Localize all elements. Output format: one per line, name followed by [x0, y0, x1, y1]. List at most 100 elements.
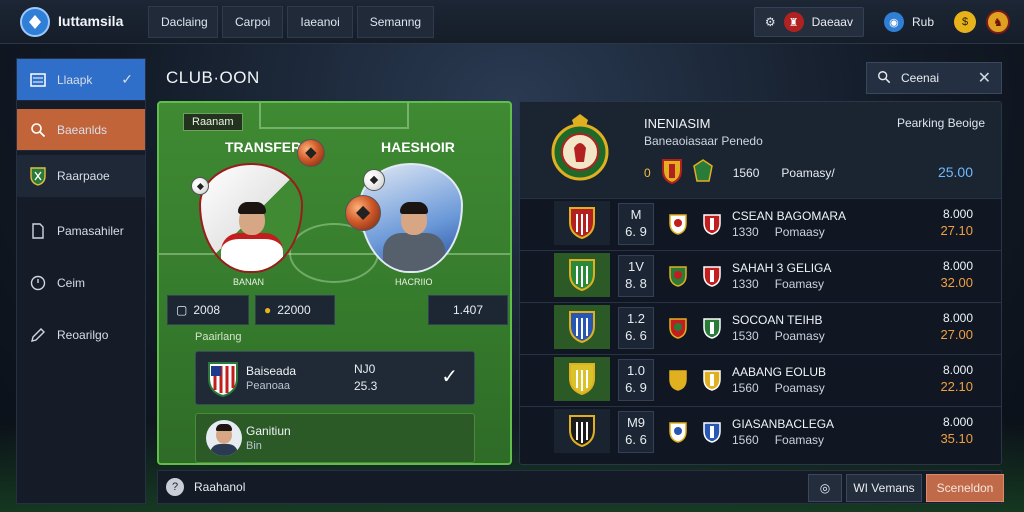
- ball-icon: [297, 139, 325, 167]
- nav-tab-4[interactable]: Semanng: [356, 6, 435, 38]
- team-crest-icon: [569, 259, 595, 292]
- sidebar-item-label: Raarpaoe: [57, 168, 110, 183]
- ranking-name: Baiseada: [246, 364, 297, 378]
- nav-tab-1[interactable]: Daclaing: [148, 6, 218, 38]
- profile-crest-icon[interactable]: ♞: [986, 10, 1010, 34]
- bottom-bar: ? Raahanol ◎ WI Vemans Sceneldon: [157, 470, 1004, 504]
- sidebar-item-4[interactable]: Pamasahiler: [17, 205, 145, 257]
- view-button[interactable]: WI Vemans: [846, 474, 922, 502]
- league-panel: INENIASIM Baneaoiasaar Penedo Pearking B…: [519, 101, 1002, 465]
- team-rating-bottom: 6. 9: [625, 380, 647, 395]
- team-type: Poamasy: [774, 381, 825, 395]
- sidebar-item-label: Llaapk: [57, 72, 93, 87]
- ranking-badge-label: Pearking Beoige: [896, 116, 985, 130]
- league-header: INENIASIM Baneaoiasaar Penedo Pearking B…: [520, 102, 1001, 198]
- club-crest-icon: [669, 422, 687, 443]
- league-subtitle: Baneaoiasaar Penedo: [644, 134, 763, 148]
- sidebar-item-5[interactable]: Ceim: [17, 257, 145, 309]
- status-label: Rub: [911, 15, 934, 29]
- team-rating-top: 1.2: [626, 311, 646, 327]
- sidebar-item-3[interactable]: Raarpaoe: [17, 155, 145, 197]
- team-code: 1330: [732, 277, 759, 291]
- club-selector[interactable]: ⚙ ♜ Daeaav: [753, 7, 864, 37]
- club-crest-icon: [669, 266, 687, 287]
- team-row[interactable]: M 6. 9 CSEAN BAGOMARA 1330 Pomaasy 8.000 27.10: [520, 198, 1001, 248]
- ranking-card[interactable]: Baiseada Peanoaa NJ0 25.3 ✓: [195, 351, 475, 405]
- team-crest-box: [554, 305, 610, 349]
- team-value: 8.000: [942, 259, 973, 273]
- team-sub: 1530 Poamasy: [732, 329, 825, 343]
- settings-icon: ⚙: [764, 15, 776, 29]
- search-input[interactable]: Ceenai ✕: [866, 62, 1002, 94]
- team-rating-top: 1V: [628, 259, 644, 275]
- team-rating-top: M9: [626, 415, 646, 431]
- team-rating-box: M 6. 9: [618, 203, 654, 245]
- stat-value: 1.407: [452, 303, 484, 317]
- team-code: 1560: [732, 381, 759, 395]
- club-crest-icon: [669, 318, 687, 339]
- team-sub: 1330 Foamasy: [732, 277, 824, 291]
- player-hair: [238, 202, 266, 214]
- bottom-info: ? Raahanol: [166, 478, 245, 496]
- stat-box: ● 22000: [255, 295, 335, 325]
- team-type: Foamasy: [774, 433, 825, 447]
- primary-action-button[interactable]: Sceneldon: [926, 474, 1004, 502]
- team-name: CSEAN BAGOMARA: [732, 209, 847, 223]
- ranking-card[interactable]: Ganitiun Bin: [195, 413, 475, 463]
- team-rating-bottom: 6. 6: [625, 328, 647, 343]
- team-crest-icon: [569, 311, 595, 344]
- team-rating-top: 1.0: [626, 363, 646, 379]
- pen-icon: [29, 326, 47, 344]
- team-points: 27.10: [940, 223, 973, 238]
- sidebar-item-2[interactable]: Baeanlds: [17, 109, 145, 151]
- team-crest-icon: [569, 415, 595, 448]
- close-icon[interactable]: ✕: [978, 68, 991, 88]
- sidebar-item-1[interactable]: Llaapk ✓: [17, 59, 145, 101]
- team-row[interactable]: 1V 8. 8 SAHAH 3 GELIGA 1330 Foamasy 8.000 32.0…: [520, 250, 1001, 300]
- team-name: AABANG EOLUB: [732, 365, 827, 379]
- club-crest-icon: [661, 158, 683, 187]
- team-rating-box: 1.2 6. 6: [618, 307, 654, 349]
- stat-value: 22000: [277, 303, 311, 317]
- settings-button[interactable]: ◎: [808, 474, 842, 502]
- team-row[interactable]: 1.0 6. 9 AABANG EOLUB 1560 Poamasy 8.000 22.10: [520, 354, 1001, 404]
- ranking-value: 25.3: [354, 379, 378, 393]
- pitch-box: [259, 103, 409, 129]
- coin-icon: ●: [264, 303, 272, 317]
- team-code: 1530: [732, 329, 759, 343]
- search-icon: [29, 121, 47, 139]
- team-row[interactable]: M9 6. 6 GIASANBACLEGA 1560 Foamasy 8.000 35.10: [520, 406, 1001, 456]
- team-code: 1560: [732, 433, 759, 447]
- team-rating-bottom: 6. 6: [625, 432, 647, 447]
- info-icon[interactable]: ?: [166, 478, 184, 496]
- status-button[interactable]: ◉ Rub: [874, 7, 944, 37]
- league-summary-value: 25.00: [937, 164, 973, 180]
- ball-icon: [363, 169, 385, 191]
- club-crest-icon: [703, 370, 721, 391]
- team-points: 27.00: [940, 327, 973, 342]
- target-icon: ◉: [883, 12, 904, 32]
- transfer-label-left: TRANSFER: [225, 139, 302, 155]
- player-card-left[interactable]: [199, 163, 303, 273]
- crest-icon: [29, 166, 47, 186]
- ranking-label: Paairlang: [195, 331, 242, 343]
- transfer-tag: Raanam: [183, 113, 243, 131]
- player-shirt: [383, 233, 445, 271]
- sidebar-item-6[interactable]: Reoarilgo: [17, 309, 145, 361]
- club-crest-icon: [703, 422, 721, 443]
- team-code: 1330: [732, 225, 759, 239]
- nav-tab-2[interactable]: Carpoi: [222, 6, 284, 38]
- team-value: 8.000: [942, 363, 973, 377]
- nav-tab-3[interactable]: Iaeanoi: [287, 6, 353, 38]
- stat-value: 2008: [193, 303, 221, 317]
- top-right-controls: ⚙ ♜ Daeaav ◉ Rub $ ♞: [753, 7, 1010, 37]
- team-value: 8.000: [942, 207, 973, 221]
- top-bar: Iuttamsila Daclaing Carpoi Iaeanoi Seman…: [0, 0, 1024, 44]
- coins-icon[interactable]: $: [954, 11, 976, 33]
- team-row[interactable]: 1.2 6. 6 SOCOAN TEIHB 1530 Poamasy 8.000 27.00: [520, 302, 1001, 352]
- checkmark-icon: ✓: [121, 71, 133, 87]
- page-title: CLUB·OON: [166, 68, 260, 87]
- app-logo-icon[interactable]: [20, 7, 50, 37]
- club-crest-icon: [669, 214, 687, 235]
- checkmark-icon[interactable]: ✓: [441, 364, 458, 389]
